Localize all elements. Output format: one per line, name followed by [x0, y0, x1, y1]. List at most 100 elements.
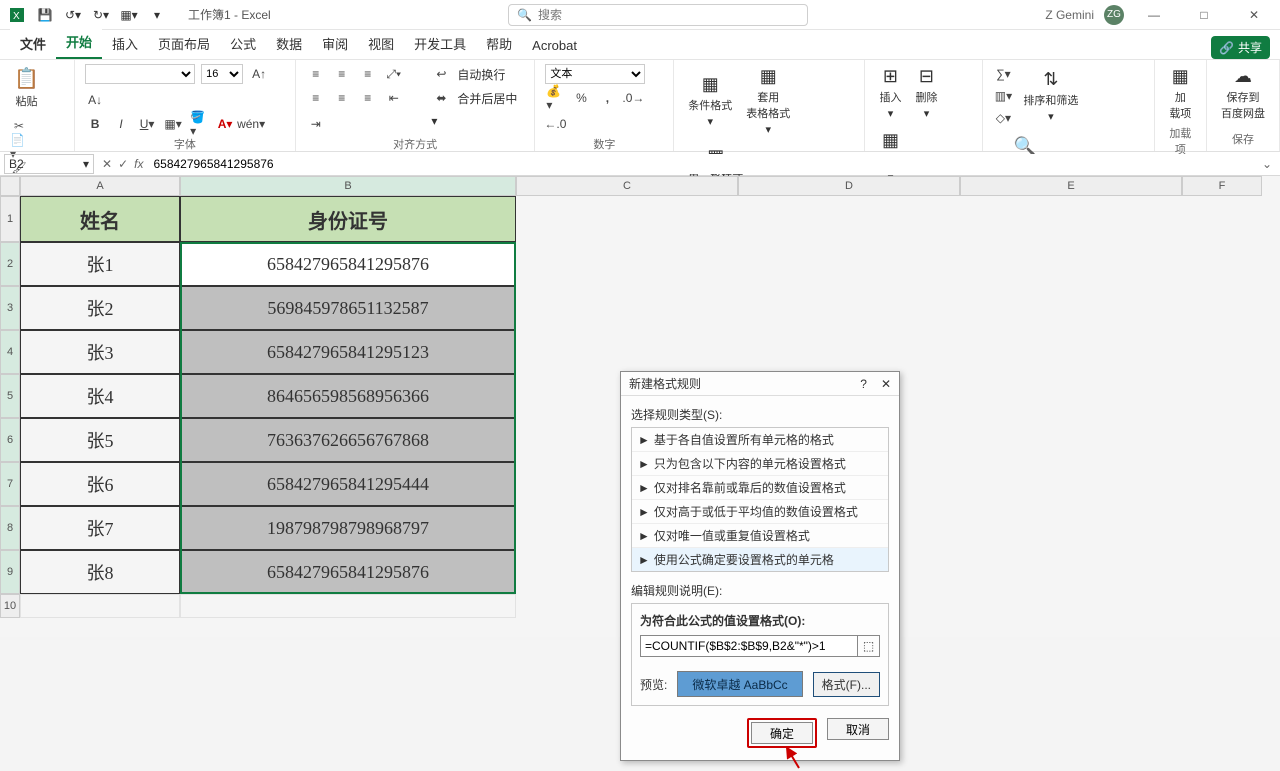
- dec-dec-icon[interactable]: ←.0: [545, 114, 565, 134]
- cell-id[interactable]: 763637626656767868: [180, 418, 516, 462]
- font-family-select[interactable]: [85, 64, 195, 84]
- col-header-a[interactable]: A: [20, 176, 180, 196]
- rule-formula-input[interactable]: [640, 635, 858, 657]
- tab-home[interactable]: 开始: [56, 26, 102, 59]
- inc-dec-icon[interactable]: .0→: [623, 88, 643, 108]
- currency-icon[interactable]: 💰▾: [545, 88, 565, 108]
- col-header-e[interactable]: E: [960, 176, 1182, 196]
- row-header[interactable]: 5: [0, 374, 20, 418]
- save-cloud-button[interactable]: ☁保存到 百度网盘: [1217, 64, 1269, 123]
- tab-view[interactable]: 视图: [358, 28, 404, 59]
- tab-data[interactable]: 数据: [266, 28, 312, 59]
- align-center-icon[interactable]: ≡: [332, 88, 352, 108]
- qat-more-icon[interactable]: ▾: [146, 4, 168, 26]
- col-header-b[interactable]: B: [180, 176, 516, 196]
- insert-cells-button[interactable]: ⊞插入▾: [875, 64, 905, 122]
- name-box-dd-icon[interactable]: ▾: [83, 157, 89, 171]
- cell-id[interactable]: 658427965841295444: [180, 462, 516, 506]
- cell-name[interactable]: 张5: [20, 418, 180, 462]
- align-left-icon[interactable]: ≡: [306, 88, 326, 108]
- align-top-icon[interactable]: ≡: [306, 64, 326, 84]
- cell-id[interactable]: 658427965841295123: [180, 330, 516, 374]
- indent-inc-icon[interactable]: ⇥: [306, 114, 326, 134]
- rule-option-4[interactable]: ► 仅对唯一值或重复值设置格式: [632, 524, 888, 548]
- row-header[interactable]: 10: [0, 594, 20, 618]
- rule-option-0[interactable]: ► 基于各自值设置所有单元格的格式: [632, 428, 888, 452]
- rule-option-5[interactable]: ► 使用公式确定要设置格式的单元格: [632, 548, 888, 571]
- wrap-icon[interactable]: ↩: [431, 64, 451, 84]
- enter-fx-icon[interactable]: ✓: [118, 157, 128, 171]
- tab-review[interactable]: 审阅: [312, 28, 358, 59]
- underline-icon[interactable]: U▾: [137, 114, 157, 134]
- cancel-button[interactable]: 取消: [827, 718, 889, 740]
- rule-option-3[interactable]: ► 仅对高于或低于平均值的数值设置格式: [632, 500, 888, 524]
- tab-dev[interactable]: 开发工具: [404, 28, 476, 59]
- close-icon[interactable]: ✕: [1234, 1, 1274, 29]
- indent-dec-icon[interactable]: ⇤: [384, 88, 404, 108]
- grow-font-icon[interactable]: A↑: [249, 64, 269, 84]
- maximize-icon[interactable]: □: [1184, 1, 1224, 29]
- comma-icon[interactable]: ,: [597, 88, 617, 108]
- bold-icon[interactable]: B: [85, 114, 105, 134]
- cell-name[interactable]: 张2: [20, 286, 180, 330]
- merge-dd-icon[interactable]: ▾: [431, 114, 437, 128]
- tab-acrobat[interactable]: Acrobat: [522, 32, 587, 59]
- shrink-font-icon[interactable]: A↓: [85, 90, 105, 110]
- italic-icon[interactable]: I: [111, 114, 131, 134]
- sum-icon[interactable]: ∑▾: [993, 64, 1013, 84]
- save-icon[interactable]: 💾: [34, 4, 56, 26]
- rule-type-list[interactable]: ► 基于各自值设置所有单元格的格式 ► 只为包含以下内容的单元格设置格式 ► 仅…: [631, 427, 889, 572]
- row-header[interactable]: 6: [0, 418, 20, 462]
- col-header-f[interactable]: F: [1182, 176, 1262, 196]
- cell-id[interactable]: 198798798798968797: [180, 506, 516, 550]
- cell-name[interactable]: 张8: [20, 550, 180, 594]
- tab-insert[interactable]: 插入: [102, 28, 148, 59]
- rule-option-1[interactable]: ► 只为包含以下内容的单元格设置格式: [632, 452, 888, 476]
- dialog-help-icon[interactable]: ?: [860, 377, 867, 391]
- cell-name[interactable]: 张1: [20, 242, 180, 286]
- rule-option-2[interactable]: ► 仅对排名靠前或靠后的数值设置格式: [632, 476, 888, 500]
- align-mid-icon[interactable]: ≡: [332, 64, 352, 84]
- cell-name[interactable]: 张6: [20, 462, 180, 506]
- merge-icon[interactable]: ⬌: [431, 88, 451, 108]
- percent-icon[interactable]: %: [571, 88, 591, 108]
- user-name[interactable]: Z Gemini: [1045, 8, 1094, 22]
- cell-id[interactable]: 569845978651132587: [180, 286, 516, 330]
- tab-formulas[interactable]: 公式: [220, 28, 266, 59]
- row-header[interactable]: 8: [0, 506, 20, 550]
- undo-icon[interactable]: ↺▾: [62, 4, 84, 26]
- cell-id[interactable]: 864656598568956366: [180, 374, 516, 418]
- row-header[interactable]: 4: [0, 330, 20, 374]
- clear-icon[interactable]: ◇▾: [993, 108, 1013, 128]
- format-button[interactable]: 格式(F)...: [813, 672, 880, 697]
- qat-table-icon[interactable]: ▦▾: [118, 4, 140, 26]
- sort-filter-button[interactable]: ⇅排序和筛选▾: [1019, 67, 1082, 125]
- cell-id[interactable]: 658427965841295876: [180, 550, 516, 594]
- search-box[interactable]: 🔍 搜索: [508, 4, 808, 26]
- ok-button[interactable]: 确定: [751, 722, 813, 744]
- addins-button[interactable]: ▦加 载项: [1165, 64, 1196, 123]
- formula-input[interactable]: [147, 154, 1253, 174]
- table-format-button[interactable]: ▦套用 表格格式▾: [742, 64, 794, 138]
- col-header-c[interactable]: C: [516, 176, 738, 196]
- border-icon[interactable]: ▦▾: [163, 114, 183, 134]
- paste-button[interactable]: 📋 粘贴: [10, 64, 43, 111]
- redo-icon[interactable]: ↻▾: [90, 4, 112, 26]
- phonetic-icon[interactable]: wén▾: [241, 114, 261, 134]
- number-format-select[interactable]: 文本: [545, 64, 645, 84]
- minimize-icon[interactable]: —: [1134, 1, 1174, 29]
- cell-id[interactable]: 658427965841295876: [180, 242, 516, 286]
- avatar[interactable]: ZG: [1104, 5, 1124, 25]
- font-color-icon[interactable]: A▾: [215, 114, 235, 134]
- tab-file[interactable]: 文件: [10, 28, 56, 59]
- dialog-close-icon[interactable]: ✕: [881, 377, 891, 391]
- cancel-fx-icon[interactable]: ✕: [102, 157, 112, 171]
- fx-expand-icon[interactable]: ⌄: [1254, 157, 1280, 171]
- tab-help[interactable]: 帮助: [476, 28, 522, 59]
- align-bot-icon[interactable]: ≡: [358, 64, 378, 84]
- worksheet[interactable]: A B C D E F 12345678910 姓名身份证号张165842796…: [0, 176, 1280, 637]
- range-picker-icon[interactable]: ⬚: [858, 635, 880, 657]
- row-header[interactable]: 7: [0, 462, 20, 506]
- col-header-d[interactable]: D: [738, 176, 960, 196]
- fill-icon[interactable]: ▥▾: [993, 86, 1013, 106]
